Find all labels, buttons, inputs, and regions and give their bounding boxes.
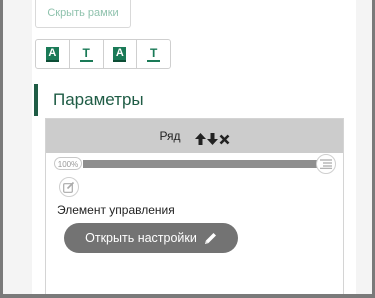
row-actions [194, 130, 230, 145]
section-accent-bar [34, 84, 38, 116]
editor-panel: Скрыть рамки A T A T Параметры Ряд 100% … [3, 0, 372, 294]
open-settings-label: Открыть настройки [85, 231, 197, 245]
pencil-icon [204, 232, 216, 244]
pencil-square-icon [63, 181, 75, 193]
slider-handle[interactable] [316, 154, 336, 174]
arrow-down-icon[interactable] [206, 130, 218, 145]
row-label: Ряд [159, 129, 181, 143]
text-highlight-icon: A [113, 46, 127, 62]
list-icon [320, 159, 332, 169]
text-underline-icon: T [147, 46, 161, 62]
row-card: Ряд 100% Элемент управления Открыть наст… [45, 118, 344, 294]
close-icon[interactable] [219, 130, 230, 145]
slider-percent-label: 100% [54, 157, 82, 170]
format-button-1[interactable]: A [36, 40, 70, 68]
format-button-3[interactable]: A [104, 40, 138, 68]
open-settings-button[interactable]: Открыть настройки [64, 223, 238, 253]
width-slider[interactable]: 100% [54, 154, 338, 174]
hide-frames-button[interactable]: Скрыть рамки [35, 0, 131, 28]
text-underline-icon: T [79, 46, 93, 62]
text-format-toolbar: A T A T [35, 39, 171, 69]
text-highlight-icon: A [45, 46, 59, 62]
edit-button[interactable] [59, 177, 79, 197]
slider-track[interactable] [83, 160, 325, 168]
control-label: Элемент управления [57, 203, 175, 217]
row-header: Ряд [46, 119, 343, 153]
format-button-2[interactable]: T [70, 40, 104, 68]
format-button-4[interactable]: T [137, 40, 170, 68]
section-title: Параметры [53, 90, 144, 109]
settings-sheet: Скрыть рамки A T A T Параметры Ряд 100% … [32, 0, 356, 294]
arrow-up-icon[interactable] [194, 130, 206, 145]
